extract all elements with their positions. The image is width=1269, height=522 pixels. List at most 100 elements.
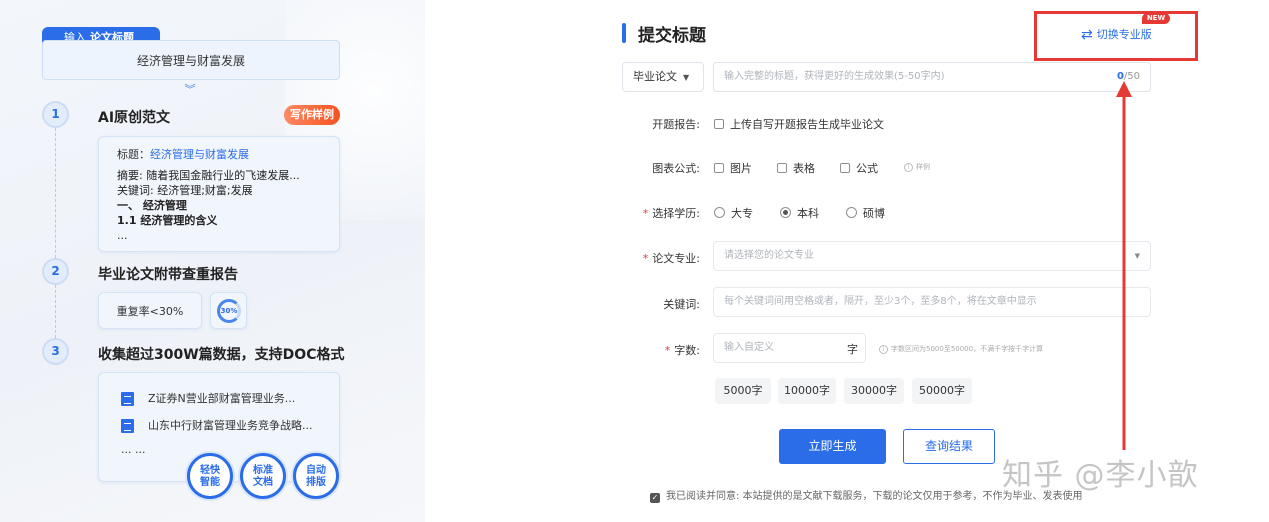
word-count-label: * 字数: bbox=[630, 342, 700, 358]
degree-radio-master[interactable]: 硕博 bbox=[846, 205, 885, 221]
keywords-placeholder: 每个关键词间用空格或者，隔开，至少3个，至多8个，将在文章中显示 bbox=[724, 296, 1037, 307]
option-label: 公式 bbox=[856, 162, 878, 175]
sample-title-label: 标题： bbox=[117, 148, 150, 161]
checkbox-icon bbox=[714, 119, 724, 129]
opening-report-option: 上传自写开题报告生成毕业论文 bbox=[730, 118, 884, 131]
feature-text: 标准 bbox=[253, 465, 273, 476]
degree-label: * 选择学历: bbox=[630, 205, 700, 221]
sample-section: 一、 经济管理 bbox=[117, 199, 187, 212]
radio-icon bbox=[714, 207, 725, 218]
promo-panel: 输入 论文标题 经济管理与财富发展 ︾ 1 AI原创范文 写作样例 标题：经济管理… bbox=[0, 0, 425, 522]
query-result-button[interactable]: 查询结果 bbox=[903, 429, 995, 464]
chart-formula-label: 图表公式: bbox=[652, 162, 700, 175]
sample-subsection: 1.1 经济管理的含义 bbox=[117, 214, 218, 227]
feature-text: 智能 bbox=[200, 477, 220, 488]
swap-icon: ⇄ bbox=[1081, 27, 1093, 43]
generate-button[interactable]: 立即生成 bbox=[779, 429, 886, 464]
word-chip-50000[interactable]: 50000字 bbox=[912, 378, 972, 404]
rate-ring-box: 30% bbox=[210, 292, 247, 329]
option-table-checkbox[interactable]: 表格 bbox=[777, 160, 815, 176]
step-number-2: 2 bbox=[42, 258, 69, 285]
required-mark: * bbox=[664, 344, 671, 357]
major-placeholder: 请选择您的论文专业 bbox=[724, 250, 814, 261]
option-label: 图片 bbox=[730, 162, 752, 175]
sample-title: 标题：经济管理与财富发展 bbox=[117, 147, 321, 162]
feature-badge-smart: 轻快 智能 bbox=[187, 453, 233, 499]
keywords-label: 关键词: bbox=[663, 298, 700, 311]
paper-type-value: 毕业论文 bbox=[633, 70, 677, 83]
info-icon: i bbox=[879, 345, 888, 354]
document-icon bbox=[121, 392, 134, 406]
page-title: 提交标题 bbox=[638, 26, 706, 46]
chevron-down-icon: ︾ bbox=[184, 83, 196, 96]
caret-down-icon: ▼ bbox=[683, 73, 690, 82]
option-label: 表格 bbox=[793, 162, 815, 175]
topic-value-box: 经济管理与财富发展 bbox=[42, 40, 340, 80]
step-number-1: 1 bbox=[42, 101, 69, 128]
word-count-hint: i 字数区间为5000至50000，不满千字按千字计算 bbox=[879, 344, 1043, 354]
required-mark: * bbox=[642, 252, 649, 265]
feature-badge-layout: 自动 排版 bbox=[293, 453, 339, 499]
hint-text: 样例 bbox=[916, 163, 930, 171]
feature-text: 文档 bbox=[253, 477, 273, 488]
major-select[interactable]: 请选择您的论文专业 ▼ bbox=[713, 241, 1151, 271]
keywords-input[interactable]: 每个关键词间用空格或者，隔开，至少3个，至多8个，将在文章中显示 bbox=[713, 287, 1151, 317]
option-image-checkbox[interactable]: 图片 bbox=[714, 160, 752, 176]
word-chip-30000[interactable]: 30000字 bbox=[844, 378, 904, 404]
chart-sample-hint[interactable]: i 样例 bbox=[904, 162, 930, 172]
title-input[interactable]: 输入完整的标题，获得更好的生成效果(5-50字内) 0/50 bbox=[713, 62, 1151, 92]
caret-down-icon: ▼ bbox=[1134, 252, 1140, 260]
feature-text: 排版 bbox=[306, 477, 326, 488]
step-title-2: 毕业论文附带查重报告 bbox=[98, 267, 238, 283]
switch-pro-button[interactable]: ⇄ 切换专业版 bbox=[1081, 26, 1152, 43]
degree-label-text: 选择学历: bbox=[652, 207, 700, 220]
hint-text: 字数区间为5000至50000，不满千字按千字计算 bbox=[891, 345, 1044, 353]
word-count-input[interactable]: 输入自定义 bbox=[713, 333, 866, 363]
degree-radio-college[interactable]: 大专 bbox=[714, 205, 753, 221]
sample-badge[interactable]: 写作样例 bbox=[284, 105, 340, 125]
radio-icon bbox=[846, 207, 857, 218]
feature-badge-standard: 标准 文档 bbox=[240, 453, 286, 499]
document-title: 山东中行财富管理业务竞争战略... bbox=[148, 419, 313, 432]
word-count-placeholder: 输入自定义 bbox=[724, 342, 774, 353]
switch-highlight-box: ⇄ 切换专业版 NEW bbox=[1034, 11, 1198, 61]
word-chip-5000[interactable]: 5000字 bbox=[715, 378, 771, 404]
document-item: Z证券N营业部财富管理业务... bbox=[121, 390, 295, 406]
new-badge: NEW bbox=[1142, 13, 1170, 24]
sample-ellipsis: ... bbox=[117, 229, 128, 242]
degree-radio-bachelor[interactable]: 本科 bbox=[780, 205, 819, 221]
title-input-placeholder: 输入完整的标题，获得更好的生成效果(5-50字内) bbox=[724, 71, 945, 82]
required-mark: * bbox=[642, 207, 649, 220]
duplicate-rate-box: 重复率<30% bbox=[98, 292, 202, 329]
radio-label: 本科 bbox=[797, 207, 819, 220]
step-connector bbox=[55, 285, 56, 338]
sample-card: 标题：经济管理与财富发展 摘要: 随着我国金融行业的飞速发展... 关键词: 经… bbox=[98, 136, 340, 252]
paper-type-select[interactable]: 毕业论文 ▼ bbox=[622, 62, 704, 92]
step-number-3: 3 bbox=[42, 338, 69, 365]
word-count-label-text: 字数: bbox=[674, 344, 700, 357]
step-title-1: AI原创范文 bbox=[98, 110, 171, 126]
document-title: Z证券N营业部财富管理业务... bbox=[148, 392, 296, 405]
word-unit: 字 bbox=[847, 343, 858, 356]
counter-current: 0 bbox=[1116, 71, 1124, 82]
feature-text: 自动 bbox=[306, 465, 326, 476]
radio-label: 大专 bbox=[731, 207, 753, 220]
checkbox-icon bbox=[840, 163, 850, 173]
option-formula-checkbox[interactable]: 公式 bbox=[840, 160, 878, 176]
checkbox-icon bbox=[714, 163, 724, 173]
watermark: 知乎 @李小歆 bbox=[1002, 458, 1199, 493]
checkbox-checked-icon: ✓ bbox=[650, 493, 660, 503]
feature-text: 轻快 bbox=[200, 465, 220, 476]
radio-selected-icon bbox=[780, 207, 791, 218]
opening-report-checkbox[interactable]: 上传自写开题报告生成毕业论文 bbox=[714, 116, 884, 132]
opening-report-label: 开题报告: bbox=[652, 118, 700, 131]
step-connector bbox=[55, 128, 56, 258]
sample-title-value: 经济管理与财富发展 bbox=[150, 148, 249, 161]
radio-label: 硕博 bbox=[863, 207, 885, 220]
major-label-text: 论文专业: bbox=[652, 252, 700, 265]
sample-keywords: 关键词: 经济管理;财富;发展 bbox=[117, 184, 253, 197]
documents-more: ... ... bbox=[121, 443, 146, 456]
checkbox-icon bbox=[777, 163, 787, 173]
word-chip-10000[interactable]: 10000字 bbox=[778, 378, 836, 404]
counter-max: /50 bbox=[1123, 71, 1140, 82]
